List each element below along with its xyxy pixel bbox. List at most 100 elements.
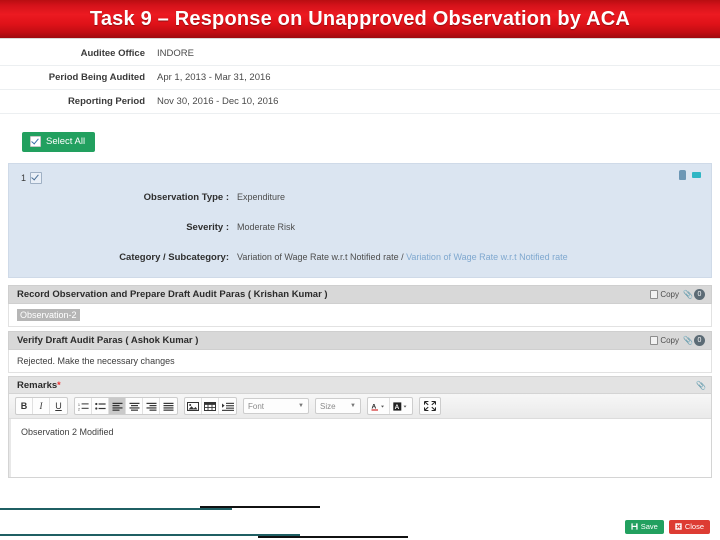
insert-image-button[interactable] <box>185 398 202 414</box>
save-icon <box>631 523 638 530</box>
remarks-header: Remarks* 📎 <box>8 376 712 394</box>
italic-button[interactable]: I <box>33 398 50 414</box>
copy-icon <box>650 336 659 345</box>
bullet-list-button[interactable] <box>92 398 109 414</box>
section-title-verify-draft: Verify Draft Audit Paras ( Ashok Kumar ) <box>17 335 199 346</box>
bold-button[interactable]: B <box>16 398 33 414</box>
observation-text-highlighted: Observation-2 <box>17 309 80 321</box>
audit-info-table: Auditee Office INDORE Period Being Audit… <box>0 42 720 114</box>
section-header: Record Observation and Prepare Draft Aud… <box>8 285 712 304</box>
pin-icon[interactable] <box>679 170 686 180</box>
info-value-auditee-office: INDORE <box>145 42 720 66</box>
info-label-period-being-audited: Period Being Audited <box>0 65 145 90</box>
copy-button[interactable]: Copy <box>650 336 679 345</box>
select-all-label: Select All <box>46 135 86 147</box>
observation-index-number: 1 <box>21 173 27 183</box>
numbered-list-button[interactable]: 12 <box>75 398 92 414</box>
remarks-textarea[interactable]: Observation 2 Modified <box>9 419 711 477</box>
observation-checkbox[interactable] <box>30 172 43 184</box>
rich-text-editor: B I U 12 Font ▼ Size ▼ A A Observation 2… <box>8 394 712 478</box>
copy-label: Copy <box>660 336 679 345</box>
severity-row: Severity : Moderate Risk <box>9 222 711 233</box>
editor-toolbar: B I U 12 Font ▼ Size ▼ A A <box>9 394 711 419</box>
info-label-auditee-office: Auditee Office <box>0 42 145 66</box>
footer-divider-lower-dark <box>258 536 408 538</box>
copy-button[interactable]: Copy <box>650 290 679 299</box>
size-dropdown[interactable]: Size ▼ <box>315 398 361 414</box>
close-icon <box>675 523 682 530</box>
observation-panel-tools <box>679 170 701 180</box>
section-actions: Copy 📎 0 <box>650 335 705 346</box>
background-color-button[interactable]: A <box>390 398 412 414</box>
section-record-observation: Record Observation and Prepare Draft Aud… <box>8 285 712 327</box>
chevron-down-icon: ▼ <box>350 403 356 409</box>
align-left-button[interactable] <box>109 398 126 414</box>
attachment-count-badge: 0 <box>694 289 705 300</box>
required-asterisk: * <box>57 379 61 390</box>
observation-type-label: Observation Type : <box>143 192 229 203</box>
insert-table-button[interactable] <box>202 398 219 414</box>
align-justify-button[interactable] <box>160 398 177 414</box>
footer-divider-left <box>0 508 232 510</box>
select-all-button[interactable]: Select All <box>22 132 96 152</box>
remarks-section: Remarks* 📎 B I U 12 Font ▼ Size ▼ A A Ob… <box>8 376 712 478</box>
severity-value: Moderate Risk <box>237 222 296 232</box>
category-row: Category / Subcategory: Variation of Wag… <box>9 252 711 263</box>
align-right-button[interactable] <box>143 398 160 414</box>
observation-detail-rows: Observation Type : Expenditure Severity … <box>9 192 711 282</box>
info-value-reporting-period: Nov 30, 2016 - Dec 10, 2016 <box>145 89 720 114</box>
table-row: Reporting Period Nov 30, 2016 - Dec 10, … <box>0 89 720 114</box>
section-actions: Copy 📎 0 <box>650 289 705 300</box>
table-row: Period Being Audited Apr 1, 2013 - Mar 3… <box>0 65 720 90</box>
size-dropdown-label: Size <box>320 401 336 411</box>
table-row: Auditee Office INDORE <box>0 42 720 66</box>
remarks-attachment-icon[interactable]: 📎 <box>696 381 706 390</box>
section-body-record-observation: Observation-2 <box>8 304 712 327</box>
editor-color-group: A A <box>367 397 413 415</box>
attachment-icon[interactable]: 📎 <box>683 290 693 299</box>
editor-fullscreen-group <box>419 397 441 415</box>
align-center-button[interactable] <box>126 398 143 414</box>
category-primary: Variation of Wage Rate w.r.t Notified ra… <box>237 252 399 262</box>
copy-label: Copy <box>660 290 679 299</box>
indent-button[interactable] <box>219 398 236 414</box>
footer-divider-lower <box>0 534 300 536</box>
section-verify-draft: Verify Draft Audit Paras ( Ashok Kumar )… <box>8 331 712 373</box>
save-button[interactable]: Save <box>624 520 664 534</box>
attachment-icon[interactable]: 📎 <box>683 336 693 345</box>
section-title-record-observation: Record Observation and Prepare Draft Aud… <box>17 289 328 300</box>
remarks-label: Remarks* <box>17 380 696 391</box>
editor-format-group: B I U <box>15 397 68 415</box>
copy-icon <box>650 290 659 299</box>
slide-title-banner: Task 9 – Response on Unapproved Observat… <box>0 0 720 38</box>
info-value-period-being-audited: Apr 1, 2013 - Mar 31, 2016 <box>145 65 720 90</box>
fullscreen-button[interactable] <box>420 398 440 414</box>
observation-index-row: 1 <box>21 172 43 184</box>
svg-text:2: 2 <box>78 407 80 411</box>
editor-list-align-group: 12 <box>74 397 178 415</box>
footer-divider-dark <box>200 506 320 508</box>
underline-button[interactable]: U <box>50 398 67 414</box>
save-label: Save <box>640 522 658 531</box>
select-all-container: Select All <box>22 132 96 152</box>
svg-text:1: 1 <box>78 403 80 407</box>
remarks-label-text: Remarks <box>17 379 58 391</box>
category-separator: / <box>398 252 407 262</box>
severity-label: Severity : <box>186 222 229 233</box>
chevron-down-icon: ▼ <box>298 403 304 409</box>
collapse-icon[interactable] <box>692 172 701 178</box>
info-label-reporting-period: Reporting Period <box>0 89 145 114</box>
attachment-count-badge: 0 <box>694 335 705 346</box>
close-label: Close <box>684 522 704 531</box>
section-header: Verify Draft Audit Paras ( Ashok Kumar )… <box>8 331 712 350</box>
observation-panel: 1 Observation Type : Expenditure Severit… <box>8 163 712 278</box>
section-body-verify-draft: Rejected. Make the necessary changes <box>8 350 712 373</box>
page-title: Task 9 – Response on Unapproved Observat… <box>89 7 631 30</box>
subcategory-value: Variation of Wage Rate w.r.t Notified ra… <box>406 252 568 262</box>
observation-type-row: Observation Type : Expenditure <box>9 192 711 203</box>
close-button[interactable]: Close <box>668 520 710 534</box>
font-dropdown[interactable]: Font ▼ <box>243 398 309 414</box>
text-color-button[interactable]: A <box>368 398 390 414</box>
form-action-bar: Save Close <box>624 520 710 534</box>
observation-type-value: Expenditure <box>237 192 286 202</box>
